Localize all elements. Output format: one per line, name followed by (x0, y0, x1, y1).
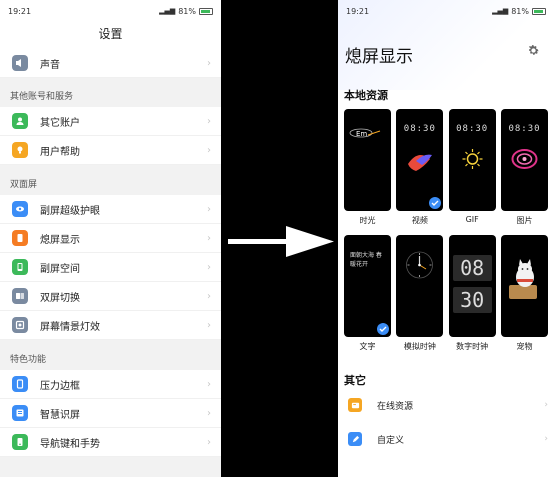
time-light-preview-icon: Em (349, 128, 381, 138)
settings-row-smart-screen[interactable]: 智慧识屏 › (0, 399, 221, 428)
digital-hour: 08 (452, 255, 492, 281)
customize-row[interactable]: 自定义 › (348, 428, 548, 450)
section-title: 双面屏 (10, 180, 38, 190)
aod-card-text[interactable]: 面朝大海 春暖花开 文字 (344, 235, 391, 352)
status-bar: 19:21 ▂▄▆ 81% (338, 0, 554, 22)
pencil-icon (348, 432, 362, 446)
smart-recognition-icon (12, 405, 28, 421)
status-time: 19:21 (346, 6, 370, 16)
analog-clock-icon (406, 251, 434, 279)
chevron-right-icon: › (207, 203, 211, 215)
card-label: 图片 (516, 216, 533, 225)
settings-row-pressure-frame[interactable]: 压力边框 › (0, 370, 221, 399)
signal-icon: ▂▄▆ (159, 7, 176, 15)
chevron-right-icon: › (207, 57, 211, 69)
battery-percent: 81% (511, 6, 529, 16)
settings-row-dual-switch[interactable]: 双屏切换 › (0, 282, 221, 311)
chevron-right-icon: › (544, 400, 548, 410)
online-resources-row[interactable]: 在线资源 › (348, 394, 548, 416)
online-resource-icon (348, 398, 362, 412)
section-title: 其他账号和服务 (10, 92, 74, 102)
speaker-icon (12, 55, 28, 71)
section-title: 特色功能 (10, 355, 47, 365)
pressure-frame-icon (12, 376, 28, 392)
chevron-right-icon: › (207, 319, 211, 331)
other-section-title: 其它 (344, 374, 366, 387)
navigation-icon (12, 434, 28, 450)
gear-icon[interactable] (527, 44, 540, 57)
card-label: GIF (465, 215, 479, 224)
switch-screen-icon (12, 288, 28, 304)
battery-icon (199, 7, 213, 15)
battery-percent: 81% (178, 6, 196, 16)
settings-row-user-help[interactable]: 用户帮助 › (0, 136, 221, 165)
settings-row-eye-care[interactable]: 副屏超级护眼 › (0, 195, 221, 224)
card-label: 文字 (359, 342, 376, 351)
bulb-icon (12, 142, 28, 158)
arrow-right-icon (228, 226, 334, 257)
aod-card-video[interactable]: 08:30 视频 (396, 109, 444, 226)
settings-row-sound[interactable]: 声音 › (0, 49, 221, 78)
card-grid-row-2: 面朝大海 春暖花开 文字 模拟时钟 08 30 数字时钟 宠物 (344, 235, 548, 352)
page-title: 熄屏显示 (345, 47, 413, 67)
card-text-preview: 面朝大海 春暖花开 (350, 252, 382, 268)
chevron-right-icon: › (207, 144, 211, 156)
aod-card-gif[interactable]: 08:30 GIF (448, 109, 496, 226)
chevron-right-icon: › (207, 232, 211, 244)
aod-card-analog-clock[interactable]: 模拟时钟 (396, 235, 444, 352)
user-icon (12, 113, 28, 129)
status-bar: 19:21 ▂▄▆ 81% (0, 0, 221, 22)
aod-card-picture[interactable]: 08:30 图片 (500, 109, 548, 226)
settings-panel: 19:21 ▂▄▆ 81% 设置 声音 › 其他账号和服务 其它账户 › 用户帮… (0, 0, 221, 477)
fish-icon (408, 154, 433, 171)
display-icon (12, 230, 28, 246)
settings-row-navigation[interactable]: 导航键和手势 › (0, 428, 221, 457)
phone-icon (12, 259, 28, 275)
aod-panel: 19:21 ▂▄▆ 81% 熄屏显示 本地资源 Em 时光 08:30 视频 0… (338, 0, 554, 477)
settings-row-other-accounts[interactable]: 其它账户 › (0, 107, 221, 136)
svg-text:Em: Em (356, 130, 367, 138)
aod-card-pet[interactable]: 宠物 (500, 235, 548, 352)
settings-row-aod[interactable]: 熄屏显示 › (0, 224, 221, 253)
aod-card-digital-clock[interactable]: 08 30 数字时钟 (448, 235, 496, 352)
chevron-right-icon: › (544, 434, 548, 444)
digital-minute: 30 (452, 287, 492, 313)
card-label: 宠物 (516, 342, 533, 351)
spiral-icon (511, 149, 538, 169)
page-title: 设置 (0, 22, 221, 46)
chevron-right-icon: › (207, 261, 211, 273)
light-effect-icon (12, 317, 28, 333)
selected-check-icon (377, 323, 389, 335)
signal-icon: ▂▄▆ (492, 7, 509, 15)
settings-row-light-effect[interactable]: 屏幕情景灯效 › (0, 311, 221, 340)
chevron-right-icon: › (207, 436, 211, 448)
card-label: 视频 (411, 216, 428, 225)
card-label: 数字时钟 (456, 342, 489, 351)
battery-icon (532, 7, 546, 15)
eye-icon (12, 201, 28, 217)
chevron-right-icon: › (207, 378, 211, 390)
card-grid-row-1: Em 时光 08:30 视频 08:30 GIF 08:30 图片 (344, 109, 548, 226)
chevron-right-icon: › (207, 115, 211, 127)
chevron-right-icon: › (207, 290, 211, 302)
status-time: 19:21 (8, 6, 32, 16)
local-resources-title: 本地资源 (344, 89, 388, 102)
chevron-right-icon: › (207, 407, 211, 419)
settings-row-secondary-space[interactable]: 副屏空间 › (0, 253, 221, 282)
pet-cat-icon (508, 259, 537, 299)
card-label: 模拟时钟 (403, 342, 436, 351)
sun-icon (462, 149, 483, 169)
card-label: 时光 (359, 216, 376, 225)
aod-card-time-light[interactable]: Em 时光 (344, 109, 391, 226)
